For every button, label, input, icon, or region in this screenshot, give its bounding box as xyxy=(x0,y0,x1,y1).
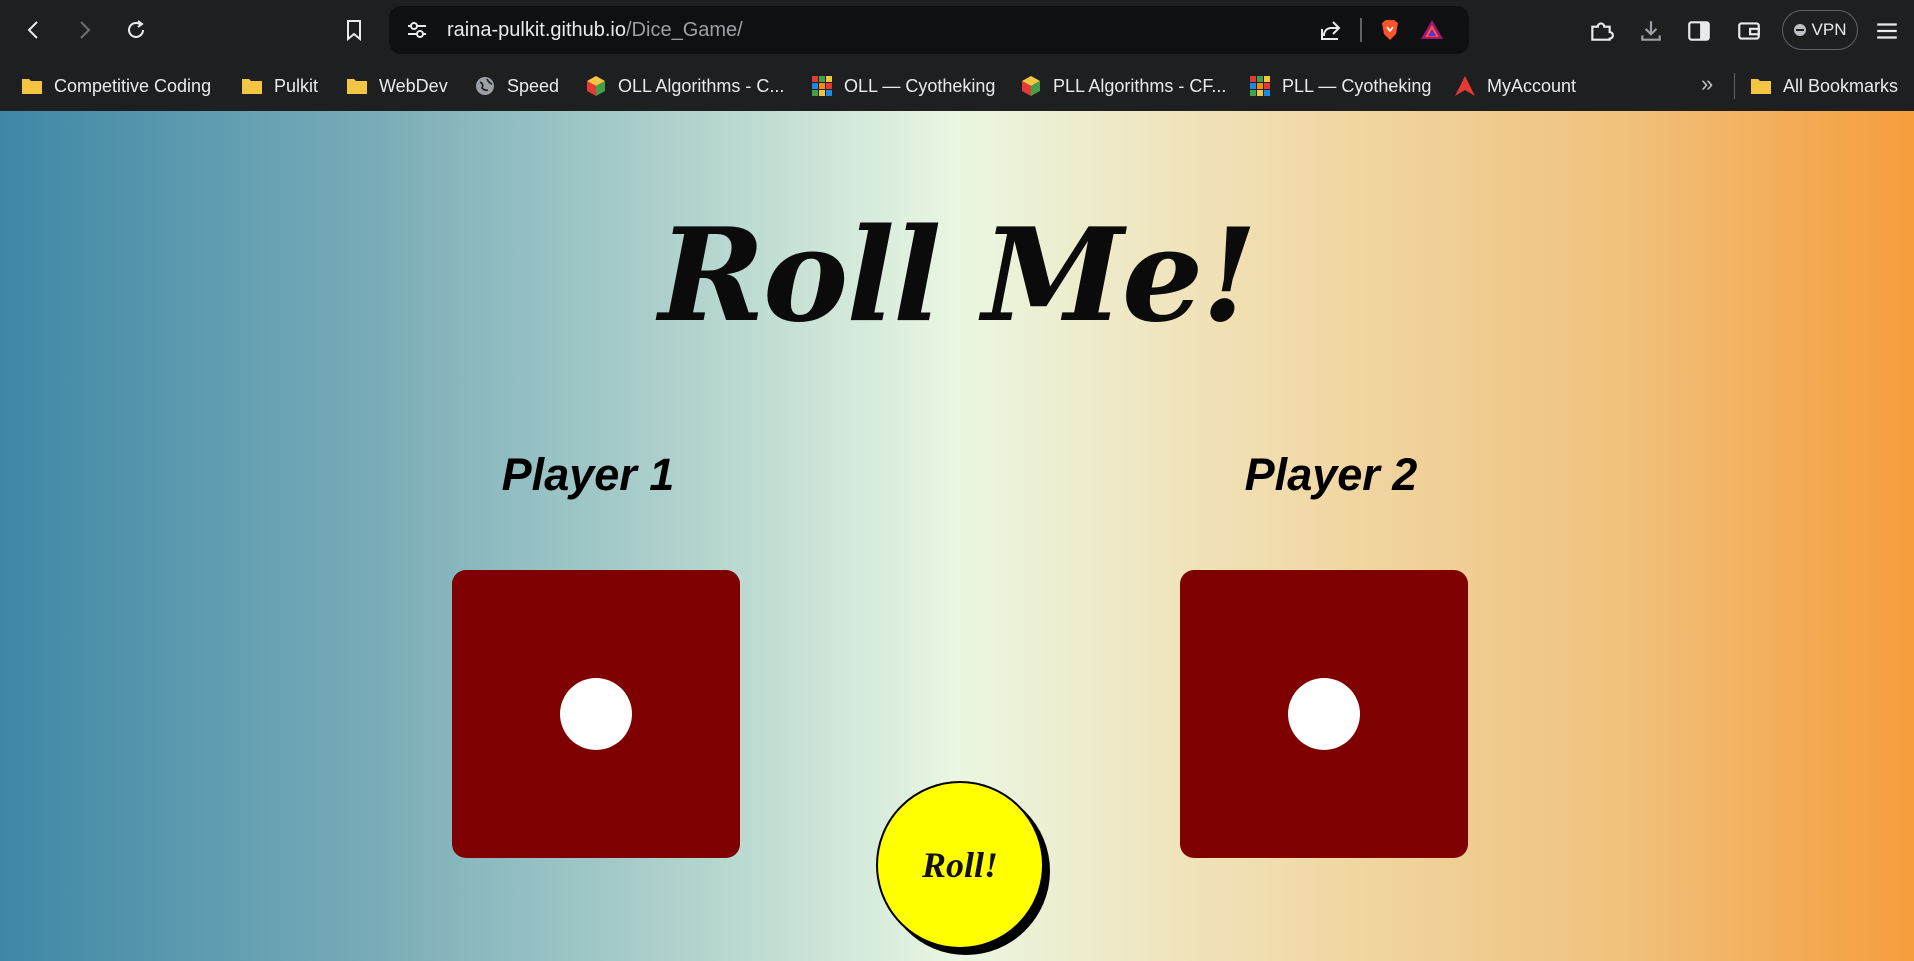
bookmark-label: PLL — Cyotheking xyxy=(1282,75,1432,96)
reload-icon xyxy=(128,20,144,38)
folder-icon xyxy=(347,79,367,94)
browser-toolbar: raina-pulkit.github.io/Dice_Game/ VPN xyxy=(0,0,1914,61)
bookmark-oll-cyotheking[interactable]: OLL — Cyotheking xyxy=(810,69,995,103)
cube-grid-icon xyxy=(812,76,832,96)
bookmark-label: PLL Algorithms - CF... xyxy=(1053,75,1227,96)
player1-die xyxy=(452,570,740,858)
all-bookmarks-button[interactable]: All Bookmarks xyxy=(1749,69,1898,103)
die-pip xyxy=(560,678,632,750)
player2-label: Player 2 xyxy=(1244,449,1418,500)
bookmarks-bar: Competitive Coding Pulkit WebDev Speed O… xyxy=(0,61,1914,111)
bookmark-label: MyAccount xyxy=(1487,75,1577,96)
player1-label: Player 1 xyxy=(501,449,675,500)
bookmark-speed[interactable]: Speed xyxy=(473,69,559,103)
cube-icon xyxy=(587,76,605,96)
vpn-label: VPN xyxy=(1811,20,1847,39)
extensions-icon[interactable] xyxy=(1588,18,1614,44)
bookmarks-divider xyxy=(1734,73,1735,99)
player2-die xyxy=(1180,570,1468,858)
cube-grid-icon xyxy=(1250,76,1270,96)
bookmark-label: Speed xyxy=(507,75,560,96)
brave-rewards-icon[interactable] xyxy=(1420,18,1444,42)
cube-icon xyxy=(1022,76,1040,96)
roll-button[interactable]: Roll! xyxy=(876,781,1044,949)
all-bookmarks-label: All Bookmarks xyxy=(1783,75,1899,96)
bookmark-oll-algorithms[interactable]: OLL Algorithms - C... xyxy=(584,69,784,103)
bookmark-pulkit[interactable]: Pulkit xyxy=(240,69,318,103)
bookmark-pll-algorithms[interactable]: PLL Algorithms - CF... xyxy=(1019,69,1226,103)
bookmark-webdev[interactable]: WebDev xyxy=(345,69,448,103)
wallet-icon[interactable] xyxy=(1736,18,1762,44)
bookmarks-overflow-button[interactable]: » xyxy=(1701,71,1713,97)
bookmark-label: OLL — Cyotheking xyxy=(844,75,996,96)
folder-icon xyxy=(242,79,262,94)
download-icon[interactable] xyxy=(1638,18,1664,44)
bookmark-label: Competitive Coding xyxy=(54,75,212,96)
folder-icon xyxy=(1751,79,1771,94)
bookmark-page-button[interactable] xyxy=(336,12,372,48)
menu-icon[interactable] xyxy=(1874,18,1900,44)
sidebar-icon[interactable] xyxy=(1686,18,1712,44)
folder-icon xyxy=(22,79,42,94)
address-bar[interactable]: raina-pulkit.github.io/Dice_Game/ xyxy=(389,6,1469,54)
back-button[interactable] xyxy=(16,12,52,48)
url-separator xyxy=(1360,18,1362,42)
page-title: Roll Me! xyxy=(658,201,1258,351)
forward-button[interactable] xyxy=(66,12,102,48)
bookmark-competitive-coding[interactable]: Competitive Coding xyxy=(20,69,211,103)
account-logo-icon xyxy=(1455,76,1475,96)
site-settings-icon[interactable] xyxy=(405,18,429,42)
die-pip xyxy=(1288,678,1360,750)
back-icon xyxy=(27,21,38,39)
vpn-status-icon xyxy=(1793,24,1806,36)
bookmark-pll-cyotheking[interactable]: PLL — Cyotheking xyxy=(1248,69,1431,103)
reload-button[interactable] xyxy=(118,12,154,48)
url-host: raina-pulkit.github.io xyxy=(447,19,626,41)
bookmark-icon xyxy=(347,20,361,42)
url-text[interactable]: raina-pulkit.github.io/Dice_Game/ xyxy=(447,19,743,42)
share-icon[interactable] xyxy=(1319,18,1343,42)
bookmark-label: WebDev xyxy=(379,75,448,96)
url-path: /Dice_Game/ xyxy=(626,19,743,41)
vpn-button[interactable]: VPN xyxy=(1782,10,1858,50)
globe-icon xyxy=(476,77,494,95)
dice-game-page: Roll Me! Player 1 Player 2 Roll! xyxy=(0,111,1914,961)
bookmark-label: Pulkit xyxy=(274,75,319,96)
brave-shields-icon[interactable] xyxy=(1378,18,1402,42)
bookmark-label: OLL Algorithms - C... xyxy=(618,75,785,96)
bookmark-myaccount[interactable]: MyAccount xyxy=(1453,69,1576,103)
forward-icon xyxy=(80,21,91,39)
